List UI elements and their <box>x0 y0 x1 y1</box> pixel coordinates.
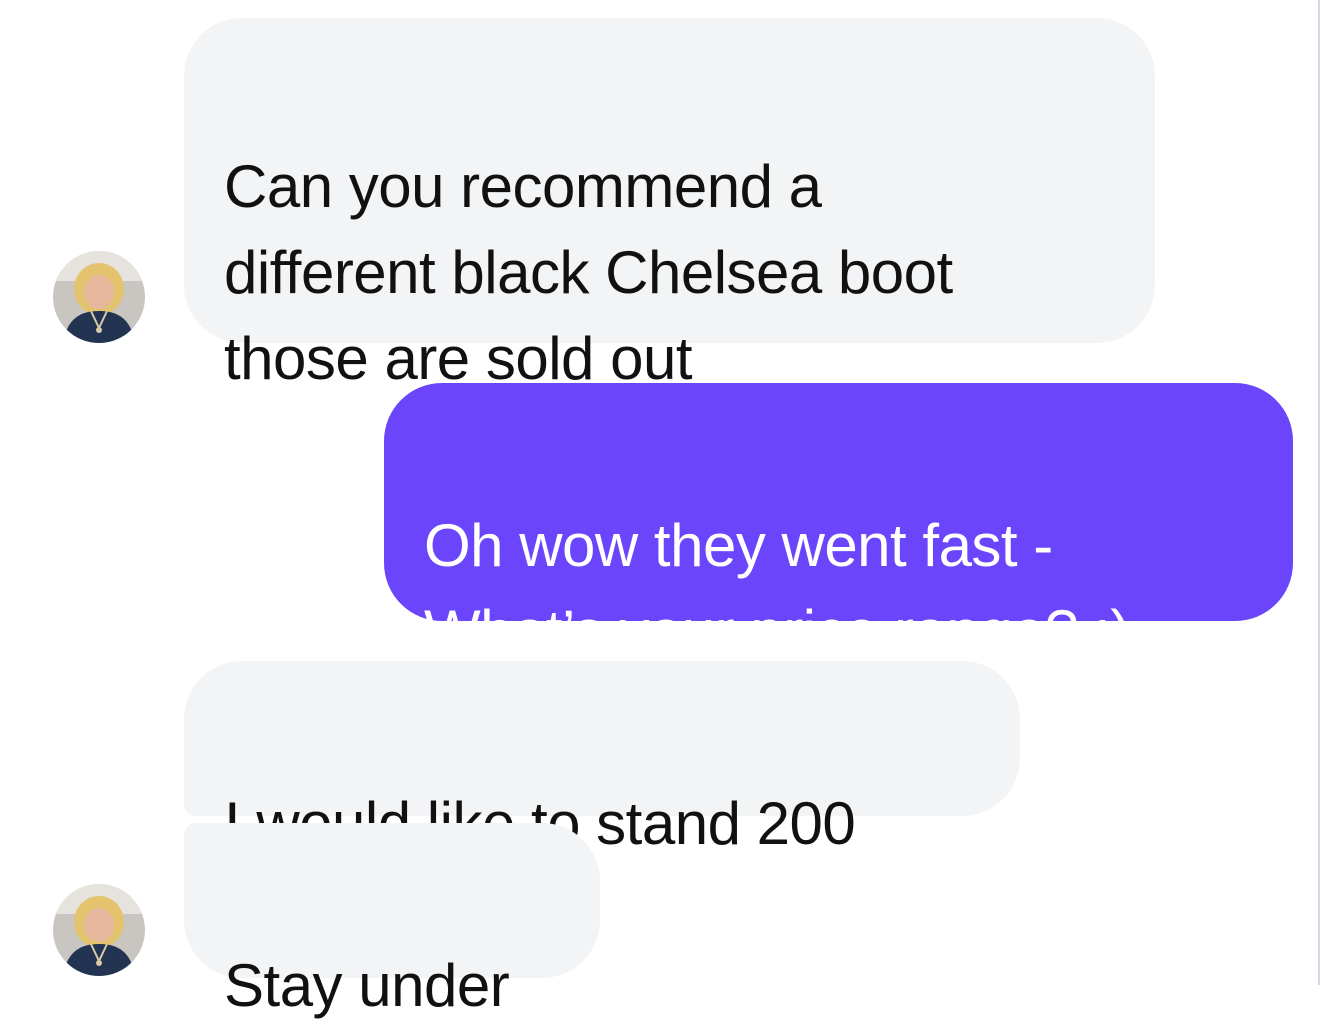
message-text: Stay under <box>224 952 510 1019</box>
incoming-message-bubble[interactable]: Can you recommend a different black Chel… <box>184 18 1155 392</box>
message-text: Oh wow they went fast - What’s your pric… <box>424 512 1130 665</box>
contact-photo-avatar-icon <box>53 884 145 976</box>
contact-photo-avatar-icon <box>53 251 145 343</box>
incoming-message-bubble[interactable]: I would like to stand 200 <box>184 661 1020 857</box>
contact-avatar[interactable] <box>53 251 145 343</box>
outgoing-message-bubble[interactable]: Oh wow they went fast - What’s your pric… <box>384 383 1293 665</box>
message-text: Can you recommend a different black Chel… <box>224 153 953 392</box>
incoming-message-bubble[interactable]: Stay under <box>184 823 600 1019</box>
contact-avatar[interactable] <box>53 884 145 976</box>
